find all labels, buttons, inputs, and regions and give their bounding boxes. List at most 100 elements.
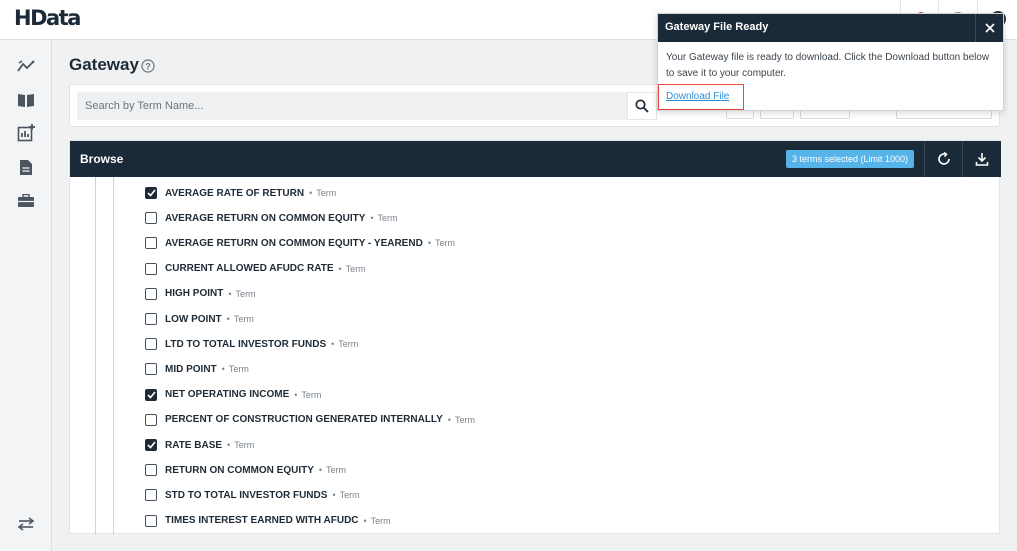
term-row[interactable]: AVERAGE RETURN ON COMMON EQUITY • Term — [145, 210, 398, 226]
separator-dot: • — [309, 188, 313, 198]
close-button[interactable] — [975, 14, 1003, 42]
term-name: NET OPERATING INCOME — [165, 389, 290, 401]
term-type-label: Term — [235, 288, 256, 299]
download-file-link[interactable]: Download File — [666, 91, 729, 102]
term-type-label: Term — [345, 263, 366, 274]
term-name: RATE BASE — [165, 439, 223, 451]
separator-dot: • — [226, 314, 230, 324]
separator-dot: • — [228, 288, 232, 299]
term-type-label: Term — [370, 515, 391, 526]
toolbox-icon[interactable] — [15, 190, 37, 212]
term-type-label: Term — [234, 440, 255, 450]
refresh-button[interactable] — [924, 141, 962, 177]
analytics-icon[interactable] — [15, 55, 37, 77]
term-type-label: Term — [301, 389, 322, 400]
term-row[interactable]: AVERAGE RATE OF RETURN • Term — [145, 185, 336, 201]
checkbox[interactable] — [145, 313, 157, 325]
separator-dot: • — [221, 364, 225, 375]
check-icon — [146, 391, 156, 399]
check-icon — [146, 189, 156, 197]
separator-dot: • — [447, 414, 451, 425]
term-name: AVERAGE RETURN ON COMMON EQUITY — [165, 212, 366, 224]
checkbox-checked[interactable] — [145, 187, 157, 199]
checkbox-checked[interactable] — [145, 439, 157, 451]
help-icon[interactable]: ? — [141, 59, 155, 73]
term-type-label: Term — [339, 490, 360, 501]
term-row[interactable]: MID POINT • Term — [145, 361, 249, 377]
dialog-message: Your Gateway file is ready to download. … — [666, 52, 990, 79]
svg-text:?: ? — [145, 62, 151, 72]
term-name: CURRENT ALLOWED AFUDC RATE — [165, 263, 334, 275]
checkbox[interactable] — [145, 489, 157, 502]
term-name: RETURN ON COMMON EQUITY — [165, 464, 314, 476]
document-icon[interactable] — [15, 156, 37, 178]
checkbox[interactable] — [145, 413, 157, 426]
close-icon — [984, 23, 995, 33]
separator-dot: • — [318, 465, 323, 476]
search-button[interactable] — [627, 92, 657, 120]
term-row[interactable]: TIMES INTEREST EARNED WITH AFUDC • Term — [145, 513, 391, 529]
term-name: LOW POINT — [165, 313, 222, 325]
checkbox[interactable] — [145, 212, 157, 225]
separator-dot: • — [294, 389, 298, 400]
checkbox[interactable] — [145, 514, 157, 527]
search-icon — [635, 99, 649, 113]
search-input[interactable] — [77, 92, 627, 120]
term-name: LTD TO TOTAL INVESTOR FUNDS — [165, 338, 327, 350]
tree-guide-line — [113, 177, 114, 535]
checkbox[interactable] — [145, 338, 157, 351]
add-chart-icon[interactable] — [15, 122, 37, 144]
gateway-file-ready-dialog: Gateway File Ready Your Gateway file is … — [657, 13, 1004, 111]
term-row[interactable]: CURRENT ALLOWED AFUDC RATE • Term — [145, 261, 366, 277]
separator-dot: • — [363, 515, 367, 526]
page-title: Gateway — [69, 55, 139, 74]
tree-guide-line — [95, 177, 96, 535]
checkbox[interactable] — [145, 237, 157, 250]
term-name: AVERAGE RETURN ON COMMON EQUITY - YEAREN… — [165, 237, 423, 249]
term-row[interactable]: PERCENT OF CONSTRUCTION GENERATED INTERN… — [145, 412, 475, 428]
term-name: MID POINT — [165, 363, 217, 375]
checkbox[interactable] — [145, 287, 157, 300]
term-row[interactable]: AVERAGE RETURN ON COMMON EQUITY - YEAREN… — [145, 235, 455, 251]
sidebar — [0, 40, 52, 551]
term-type-label: Term — [377, 213, 398, 224]
download-button[interactable] — [962, 141, 1000, 177]
separator-dot: • — [331, 339, 335, 350]
separator-dot: • — [227, 440, 231, 450]
browse-panel: Browse 3 terms selected (Limit 1000) AVE… — [69, 140, 1001, 535]
term-row[interactable]: RATE BASE • Term — [145, 437, 254, 453]
library-book-icon[interactable] — [15, 89, 37, 111]
switch-arrows-icon[interactable] — [15, 513, 37, 535]
separator-dot: • — [338, 263, 342, 274]
term-row[interactable]: RETURN ON COMMON EQUITY • Term — [145, 462, 346, 478]
term-type-label: Term — [434, 238, 455, 249]
term-name: HIGH POINT — [165, 288, 224, 300]
app-logo[interactable]: HData — [14, 6, 81, 30]
term-name: STD TO TOTAL INVESTOR FUNDS — [165, 489, 328, 501]
separator-dot: • — [427, 238, 431, 249]
term-row[interactable]: NET OPERATING INCOME • Term — [145, 387, 321, 403]
checkbox[interactable] — [145, 262, 157, 275]
term-name: PERCENT OF CONSTRUCTION GENERATED INTERN… — [165, 414, 443, 426]
term-row[interactable]: STD TO TOTAL INVESTOR FUNDS • Term — [145, 487, 360, 503]
separator-dot: • — [332, 490, 336, 501]
term-row[interactable]: HIGH POINT • Term — [145, 286, 256, 302]
term-type-label: Term — [326, 465, 347, 476]
term-type-label: Term — [228, 364, 249, 375]
term-name: AVERAGE RATE OF RETURN — [165, 187, 305, 199]
term-type-label: Term — [454, 414, 475, 425]
checkbox[interactable] — [145, 363, 157, 376]
browse-title: Browse — [80, 152, 124, 166]
dialog-header: Gateway File Ready — [658, 14, 1003, 42]
checkbox-checked[interactable] — [145, 388, 157, 401]
checkbox[interactable] — [145, 464, 157, 477]
refresh-icon — [937, 152, 950, 165]
browse-header: Browse 3 terms selected (Limit 1000) — [70, 141, 1001, 177]
separator-dot: • — [370, 213, 374, 224]
term-name: TIMES INTEREST EARNED WITH AFUDC — [165, 515, 359, 527]
dialog-title: Gateway File Ready — [665, 21, 769, 33]
term-row[interactable]: LOW POINT • Term — [145, 311, 254, 327]
term-type-label: Term — [233, 314, 254, 324]
term-type-label: Term — [316, 188, 337, 198]
term-row[interactable]: LTD TO TOTAL INVESTOR FUNDS • Term — [145, 336, 358, 352]
